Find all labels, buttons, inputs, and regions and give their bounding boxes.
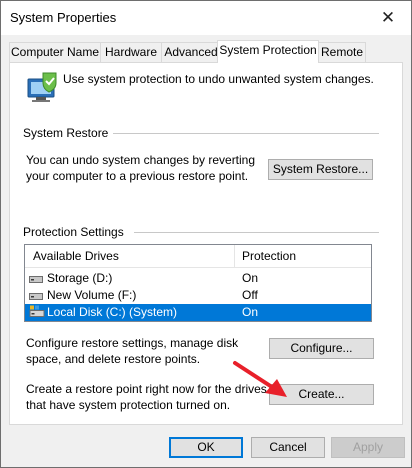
- system-drive-icon: [29, 305, 45, 321]
- close-icon[interactable]: ✕: [377, 7, 399, 29]
- system-protection-icon: [25, 71, 61, 108]
- system-restore-label: System Restore: [23, 126, 109, 140]
- ok-button[interactable]: OK: [169, 437, 243, 458]
- apply-button[interactable]: Apply: [331, 437, 405, 458]
- drive-name: Storage (D:): [47, 271, 113, 285]
- tab-hardware[interactable]: Hardware: [100, 42, 162, 62]
- tab-remote[interactable]: Remote: [318, 42, 366, 62]
- column-available-drives[interactable]: Available Drives: [33, 249, 119, 263]
- system-properties-window: System Properties ✕ Computer Name Hardwa…: [0, 0, 412, 468]
- cancel-button[interactable]: Cancel: [251, 437, 325, 458]
- column-protection[interactable]: Protection: [242, 249, 296, 263]
- create-button-label: Create...: [298, 387, 345, 401]
- intro-text: Use system protection to undo unwanted s…: [63, 72, 374, 86]
- window-title: System Properties: [10, 10, 117, 25]
- tab-system-protection[interactable]: System Protection: [217, 40, 319, 63]
- drive-row-selected[interactable]: Local Disk (C:) (System) On: [25, 304, 371, 321]
- system-restore-description: You can undo system changes by reverting…: [26, 153, 256, 183]
- drive-protection-status: On: [242, 271, 259, 285]
- drive-icon: [29, 273, 43, 287]
- divider: [134, 232, 379, 234]
- cancel-button-label: Cancel: [269, 440, 307, 454]
- drive-name: Local Disk (C:) (System): [47, 305, 178, 319]
- drive-row[interactable]: Storage (D:) On: [25, 270, 371, 287]
- column-divider: [234, 245, 235, 267]
- system-restore-button[interactable]: System Restore...: [268, 159, 373, 180]
- drive-protection-status: On: [242, 305, 259, 319]
- drive-row[interactable]: New Volume (F:) Off: [25, 287, 371, 304]
- title-bar: System Properties ✕: [1, 1, 411, 35]
- tab-advanced[interactable]: Advanced: [161, 42, 221, 62]
- configure-button[interactable]: Configure...: [269, 338, 374, 359]
- annotation-arrow-icon: [233, 361, 287, 397]
- ok-button-label: OK: [197, 440, 215, 454]
- drives-list-header: Available Drives Protection: [25, 245, 371, 268]
- tab-computer-name[interactable]: Computer Name: [9, 42, 101, 62]
- drive-icon: [29, 290, 43, 304]
- configure-button-label: Configure...: [290, 341, 353, 355]
- system-restore-button-label: System Restore...: [272, 162, 369, 176]
- drives-list[interactable]: Available Drives Protection Storage (D:)…: [24, 244, 372, 322]
- drive-name: New Volume (F:): [47, 288, 137, 302]
- apply-button-label: Apply: [352, 440, 384, 454]
- protection-settings-label: Protection Settings: [23, 225, 124, 239]
- tab-strip: Computer Name Hardware Advanced System P…: [9, 40, 405, 63]
- drive-protection-status: Off: [242, 288, 258, 302]
- divider: [113, 133, 379, 135]
